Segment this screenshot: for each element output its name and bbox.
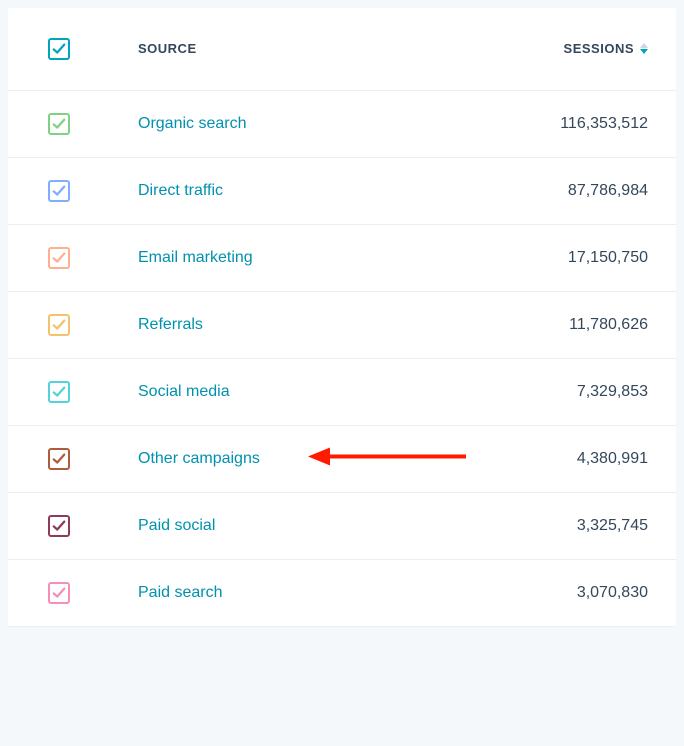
sessions-value: 4,380,991 [577, 450, 648, 467]
row-checkbox[interactable] [48, 314, 70, 336]
sessions-value: 7,329,853 [577, 383, 648, 400]
select-all-checkbox[interactable] [48, 38, 70, 60]
row-checkbox[interactable] [48, 381, 70, 403]
source-link[interactable]: Referrals [138, 316, 203, 333]
sessions-value: 87,786,984 [568, 182, 648, 199]
sessions-value: 11,780,626 [569, 316, 648, 333]
table-row: Paid search 3,070,830 [8, 560, 676, 627]
row-checkbox[interactable] [48, 448, 70, 470]
source-link[interactable]: Social media [138, 383, 230, 400]
sessions-value: 3,325,745 [577, 517, 648, 534]
table-row: Other campaigns 4,380,991 [8, 426, 676, 493]
table-row: Email marketing 17,150,750 [8, 225, 676, 292]
sessions-value: 3,070,830 [577, 584, 648, 601]
table-row: Referrals 11,780,626 [8, 292, 676, 359]
traffic-sources-table: SOURCE SESSIONS Organic search 116,353,51… [8, 8, 676, 627]
row-checkbox[interactable] [48, 515, 70, 537]
row-checkbox[interactable] [48, 180, 70, 202]
source-column-header[interactable]: SOURCE [138, 41, 197, 56]
source-link[interactable]: Organic search [138, 115, 247, 132]
table-row: Organic search 116,353,512 [8, 91, 676, 158]
table-row: Paid social 3,325,745 [8, 493, 676, 560]
table-row: Direct traffic 87,786,984 [8, 158, 676, 225]
table-header-row: SOURCE SESSIONS [8, 8, 676, 91]
source-link[interactable]: Other campaigns [138, 450, 260, 467]
row-checkbox[interactable] [48, 582, 70, 604]
source-link[interactable]: Direct traffic [138, 182, 223, 199]
source-link[interactable]: Email marketing [138, 249, 253, 266]
row-checkbox[interactable] [48, 247, 70, 269]
sort-indicator-icon [640, 43, 648, 54]
sessions-column-header[interactable]: SESSIONS [564, 41, 648, 56]
sessions-value: 17,150,750 [568, 249, 648, 266]
sessions-header-label: SESSIONS [564, 41, 634, 56]
row-checkbox[interactable] [48, 113, 70, 135]
table-row: Social media 7,329,853 [8, 359, 676, 426]
source-link[interactable]: Paid social [138, 517, 215, 534]
source-link[interactable]: Paid search [138, 584, 223, 601]
sessions-value: 116,353,512 [560, 115, 648, 132]
